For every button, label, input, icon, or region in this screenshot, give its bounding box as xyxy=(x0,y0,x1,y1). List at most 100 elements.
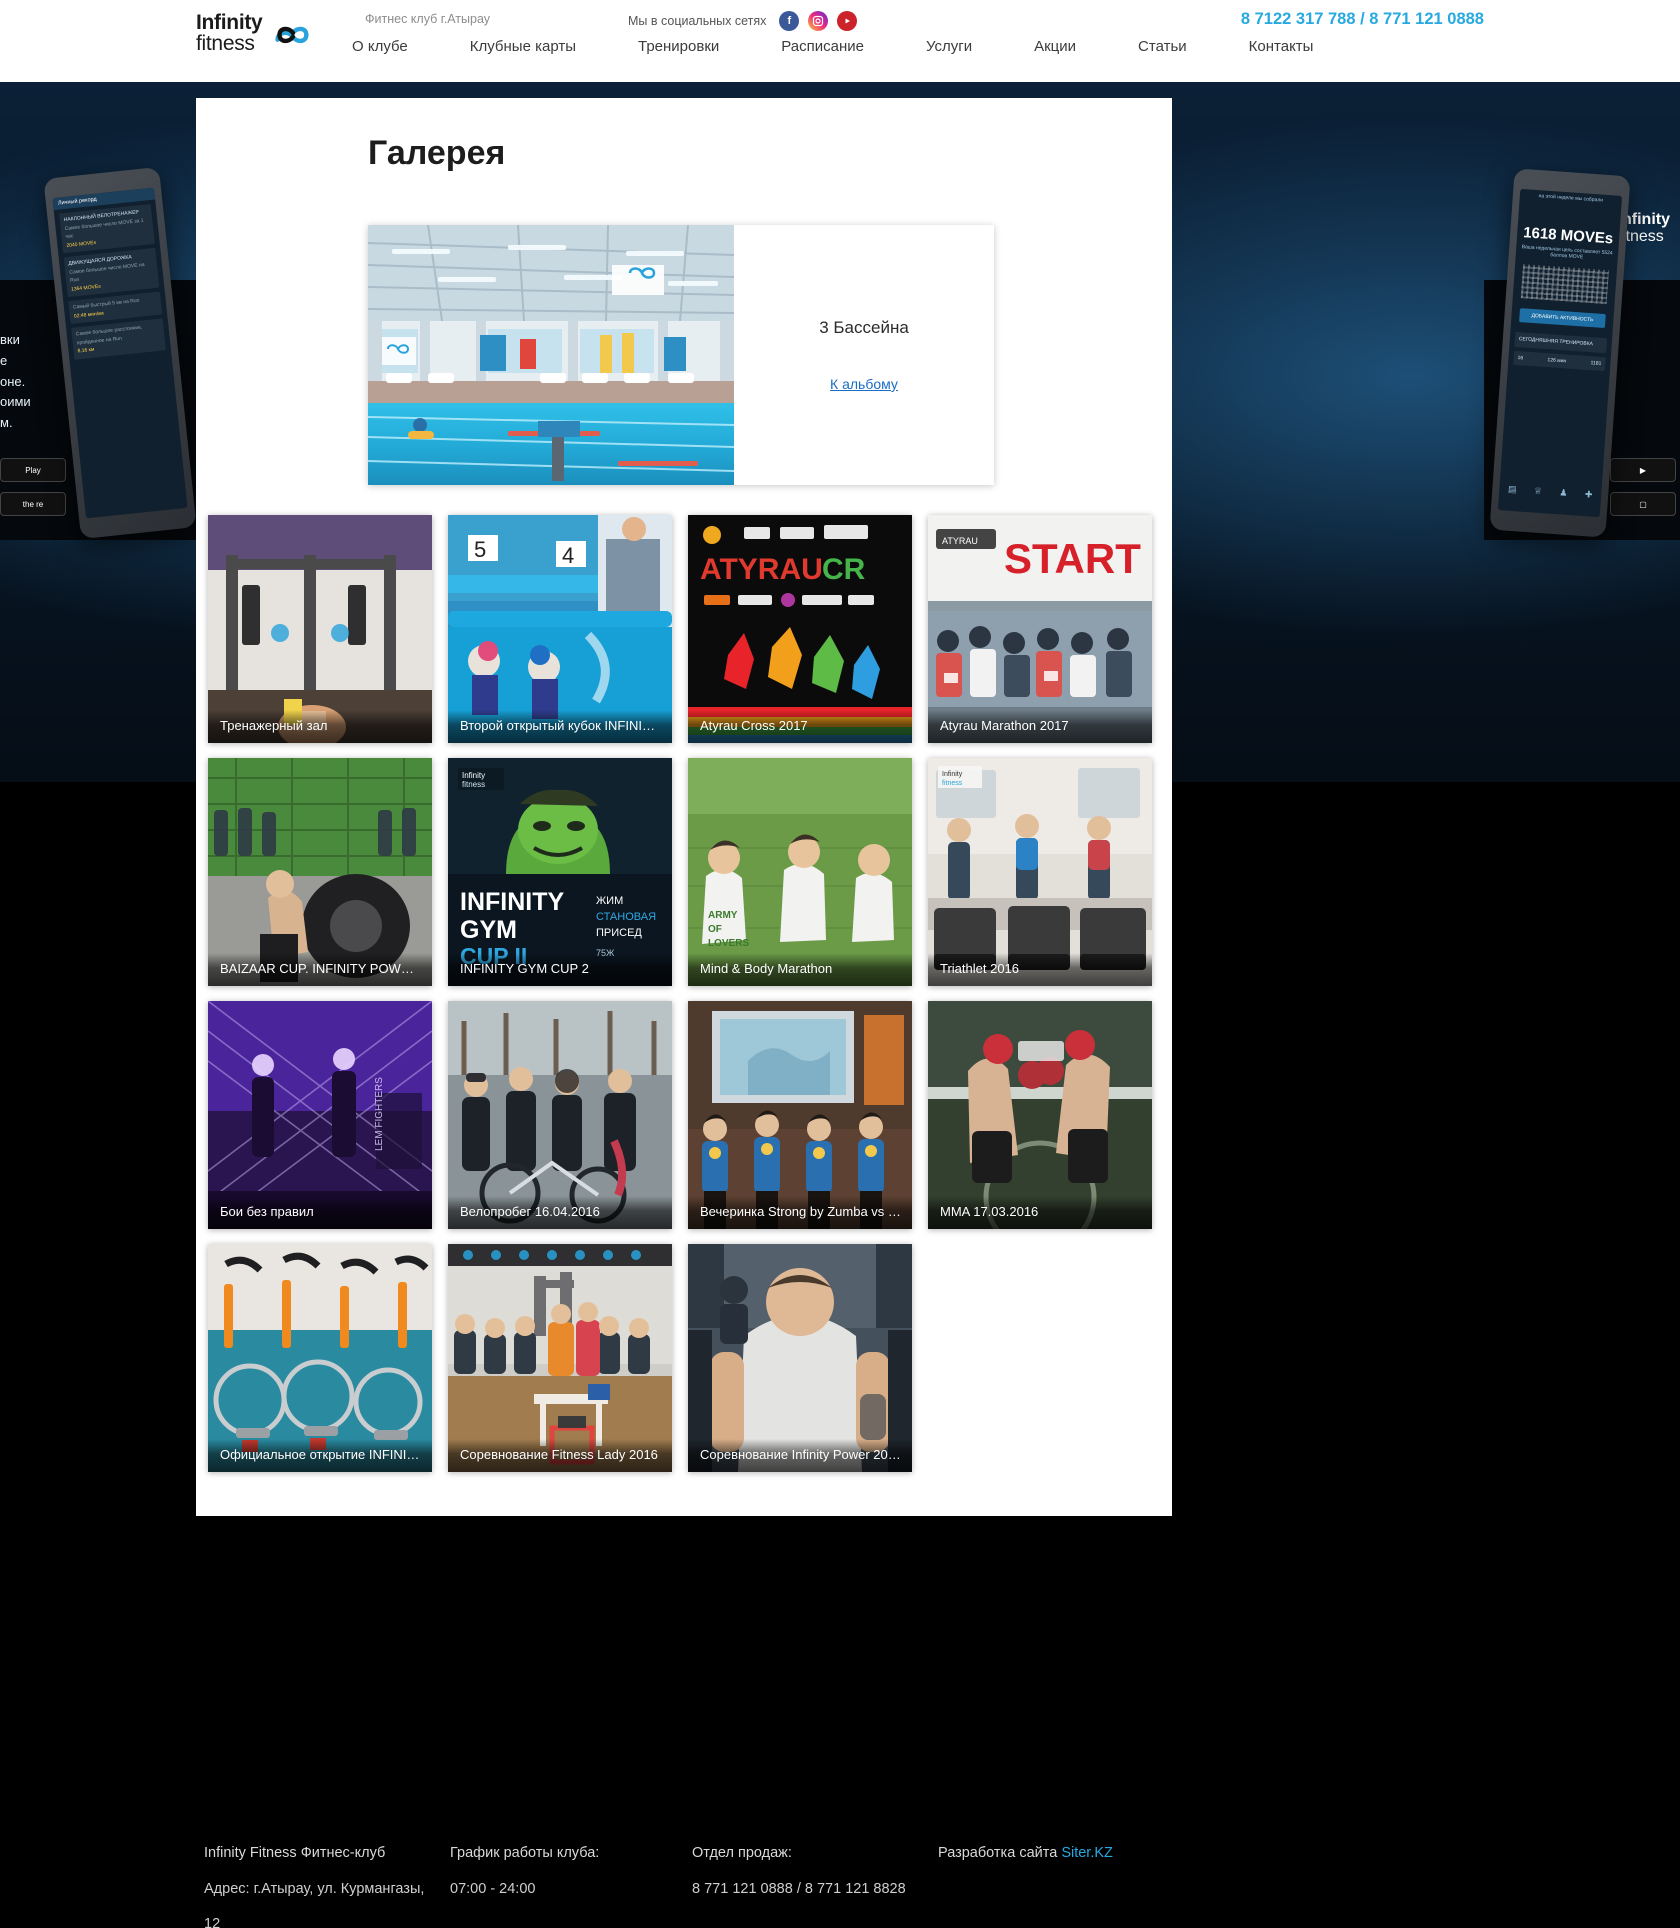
footer-credit-link[interactable]: Siter.KZ xyxy=(1061,1845,1113,1861)
gallery-item-caption: Atyrau Marathon 2017 xyxy=(928,710,1152,743)
google-play-badge-right[interactable]: ▶ xyxy=(1610,458,1676,482)
nav-item-schedule[interactable]: Расписание xyxy=(750,38,895,55)
marathon-start-banner-image: START ATYRAU xyxy=(928,515,1152,743)
nav-item-contacts[interactable]: Контакты xyxy=(1218,38,1345,55)
featured-album-title: 3 Бассейна xyxy=(819,318,909,337)
footer-sales-phones[interactable]: 8 771 121 0888 / 8 771 121 8828 xyxy=(692,1872,942,1908)
nav-item-cards[interactable]: Клубные карты xyxy=(439,38,607,55)
gallery-item-caption: Второй открытый кубок INFINITY... xyxy=(448,710,672,743)
featured-album-meta: 3 Бассейна К альбому xyxy=(734,225,994,485)
site-footer: Infinity Fitness Фитнес-клуб Адрес: г.Ат… xyxy=(0,1788,1680,1928)
infinity-logo-icon xyxy=(275,26,309,44)
logo-line-2: fitness xyxy=(196,32,255,55)
footer-sales-label: Отдел продаж: xyxy=(692,1845,792,1861)
nav-item-articles[interactable]: Статьи xyxy=(1107,38,1218,55)
phone-right-navbar: ◁○□ xyxy=(1498,516,1599,518)
nav-item-trainings[interactable]: Тренировки xyxy=(607,38,750,55)
outdoor-yoga-marathon-image: ARMY OF LOVERS xyxy=(688,758,912,986)
footer-inner: Infinity Fitness Фитнес-клуб Адрес: г.Ат… xyxy=(0,1788,1680,1928)
gallery-item[interactable]: START ATYRAU Atyrau Marathon 2017 xyxy=(928,515,1152,743)
site-logo[interactable]: Infinity fitness xyxy=(196,10,314,56)
gallery-item[interactable]: 5 4 Второй открытый кубок INFINITY... xyxy=(448,515,672,743)
app-store-badge-right[interactable]: ▢ xyxy=(1610,492,1676,516)
infinity-gym-cup-hulk-poster-image: INFINITY GYM CUP II ЖИМ СТАНОВАЯ ПРИСЕД … xyxy=(448,758,672,986)
facebook-icon[interactable]: f xyxy=(779,11,800,31)
main-navigation: О клубе Клубные карты Тренировки Расписа… xyxy=(352,38,1344,55)
gallery-item[interactable]: MMA 17.03.2016 xyxy=(928,1001,1152,1229)
footer-hours-label: График работы клуба: xyxy=(450,1845,600,1861)
phone-right-add-activity-button[interactable]: ДОБАВИТЬ АКТИВНОСТЬ xyxy=(1519,308,1606,329)
svg-text:Infinity: Infinity xyxy=(462,771,485,780)
gallery-item[interactable]: Соревнование Infinity Power 2016 xyxy=(688,1244,912,1472)
mma-cage-fight-image: LEM FIGHTERS xyxy=(208,1001,432,1229)
header-phone-numbers[interactable]: 8 7122 317 788 / 8 771 121 0888 xyxy=(1241,10,1484,29)
svg-text:START: START xyxy=(1004,535,1141,582)
phone-right-activity-grid xyxy=(1520,264,1609,305)
phone-right-tabbar: ▤ ♕ ♟ ✚ xyxy=(1507,483,1593,500)
nav-item-services[interactable]: Услуги xyxy=(895,38,1003,55)
svg-text:ЖИМ: ЖИМ xyxy=(596,895,623,907)
treadmill-cardio-zone-image: Infinity fitness xyxy=(928,758,1152,986)
footer-credit-prefix: Разработка сайта xyxy=(938,1845,1062,1861)
gallery-item-caption: Тренажерный зал xyxy=(208,710,432,743)
spinning-bikes-studio-image xyxy=(208,1244,432,1472)
gallery-item-caption: MMA 17.03.2016 xyxy=(928,1196,1152,1229)
gallery-item-caption: BAIZAAR CUP. INFINITY POWER 20... xyxy=(208,953,432,986)
svg-text:ПРИСЕД: ПРИСЕД xyxy=(596,927,642,939)
pool-illustration xyxy=(368,225,734,485)
gallery-item[interactable]: Тренажерный зал xyxy=(208,515,432,743)
footer-col-company: Infinity Fitness Фитнес-клуб Адрес: г.Ат… xyxy=(204,1836,434,1928)
footer-company-address: Адрес: г.Атырау, ул. Курмангазы, 12 xyxy=(204,1880,425,1928)
featured-album-link[interactable]: К альбому xyxy=(830,376,898,392)
gym-equipment-hall-image xyxy=(208,515,432,743)
gallery-item[interactable]: Вечеринка Strong by Zumba vs In... xyxy=(688,1001,912,1229)
nav-item-about[interactable]: О клубе xyxy=(352,38,439,55)
gallery-item[interactable]: Соревнование Fitness Lady 2016 xyxy=(448,1244,672,1472)
app-store-badge[interactable]: the re xyxy=(0,492,66,516)
phone-left-row: ДВИЖУЩАЯСЯ ДОРОЖКА Самое большое число M… xyxy=(63,247,160,298)
footer-hours-value: 07:00 - 24:00 xyxy=(450,1880,536,1897)
social-links: Мы в социальных сетях f xyxy=(628,11,858,31)
gallery-item[interactable]: LEM FIGHTERS Бои без правил xyxy=(208,1001,432,1229)
gallery-item-caption: Вечеринка Strong by Zumba vs In... xyxy=(688,1196,912,1229)
gallery-item[interactable]: Официальное открытие INFINIT... xyxy=(208,1244,432,1472)
svg-text:ATYRAU: ATYRAU xyxy=(942,536,978,546)
gallery-item[interactable]: Велопробег 16.04.2016 xyxy=(448,1001,672,1229)
featured-album-image[interactable] xyxy=(368,225,734,485)
svg-text:Infinity: Infinity xyxy=(942,771,963,778)
svg-text:GYM: GYM xyxy=(460,916,517,944)
gallery-item[interactable]: Infinity fitness Triathlet 2016 xyxy=(928,758,1152,986)
phone-right-screen: на этой неделе мы собрали 1618 MOVEs Ваш… xyxy=(1497,188,1623,518)
gallery-item[interactable]: INFINITY GYM CUP II ЖИМ СТАНОВАЯ ПРИСЕД … xyxy=(448,758,672,986)
gallery-item[interactable]: BAIZAAR CUP. INFINITY POWER 20... xyxy=(208,758,432,986)
phone-left-row: Самое большое расстояние, пройденное на … xyxy=(71,318,166,360)
instagram-icon[interactable] xyxy=(808,11,829,31)
svg-text:OF: OF xyxy=(708,924,722,935)
svg-text:INFINITY: INFINITY xyxy=(460,888,564,916)
svg-text:fitness: fitness xyxy=(462,780,485,789)
phone-right-stats: 16 126 мин 1181 xyxy=(1513,350,1606,372)
swimming-competition-start-image: 5 4 xyxy=(448,515,672,743)
gallery-item-caption: Mind & Body Marathon xyxy=(688,953,912,986)
svg-text:5: 5 xyxy=(474,537,486,562)
gallery-item-caption: Официальное открытие INFINIT... xyxy=(208,1439,432,1472)
logo-text: Infinity fitness xyxy=(196,11,263,55)
gallery-item[interactable]: ATYRAU CR Atyrau Cross 2017 xyxy=(688,515,912,743)
footer-col-sales: Отдел продаж: 8 771 121 0888 / 8 771 121… xyxy=(692,1836,942,1907)
nav-item-promos[interactable]: Акции xyxy=(1003,38,1107,55)
phone-right-week-label: на этой неделе мы собрали xyxy=(1538,193,1604,204)
gallery-grid: Тренажерный зал 5 4 Второй открытый кубо… xyxy=(208,515,1160,1472)
svg-text:ARMY: ARMY xyxy=(708,910,738,921)
svg-text:LOVERS: LOVERS xyxy=(708,938,749,949)
footer-col-hours: График работы клуба: 07:00 - 24:00 xyxy=(450,1836,680,1907)
gallery-item-caption: Бои без правил xyxy=(208,1196,432,1229)
svg-text:ATYRAU: ATYRAU xyxy=(700,553,823,586)
page-title: Галерея xyxy=(368,134,506,172)
gallery-item-caption: Atyrau Cross 2017 xyxy=(688,710,912,743)
google-play-badge[interactable]: Play xyxy=(0,458,66,482)
site-header: Infinity fitness Фитнес клуб г.Атырау Мы… xyxy=(0,0,1680,82)
featured-album-card[interactable]: 3 Бассейна К альбому xyxy=(368,225,994,485)
youtube-icon[interactable] xyxy=(837,11,858,31)
gallery-item[interactable]: ARMY OF LOVERS Mind & Body Marathon xyxy=(688,758,912,986)
svg-text:fitness: fitness xyxy=(942,780,963,787)
